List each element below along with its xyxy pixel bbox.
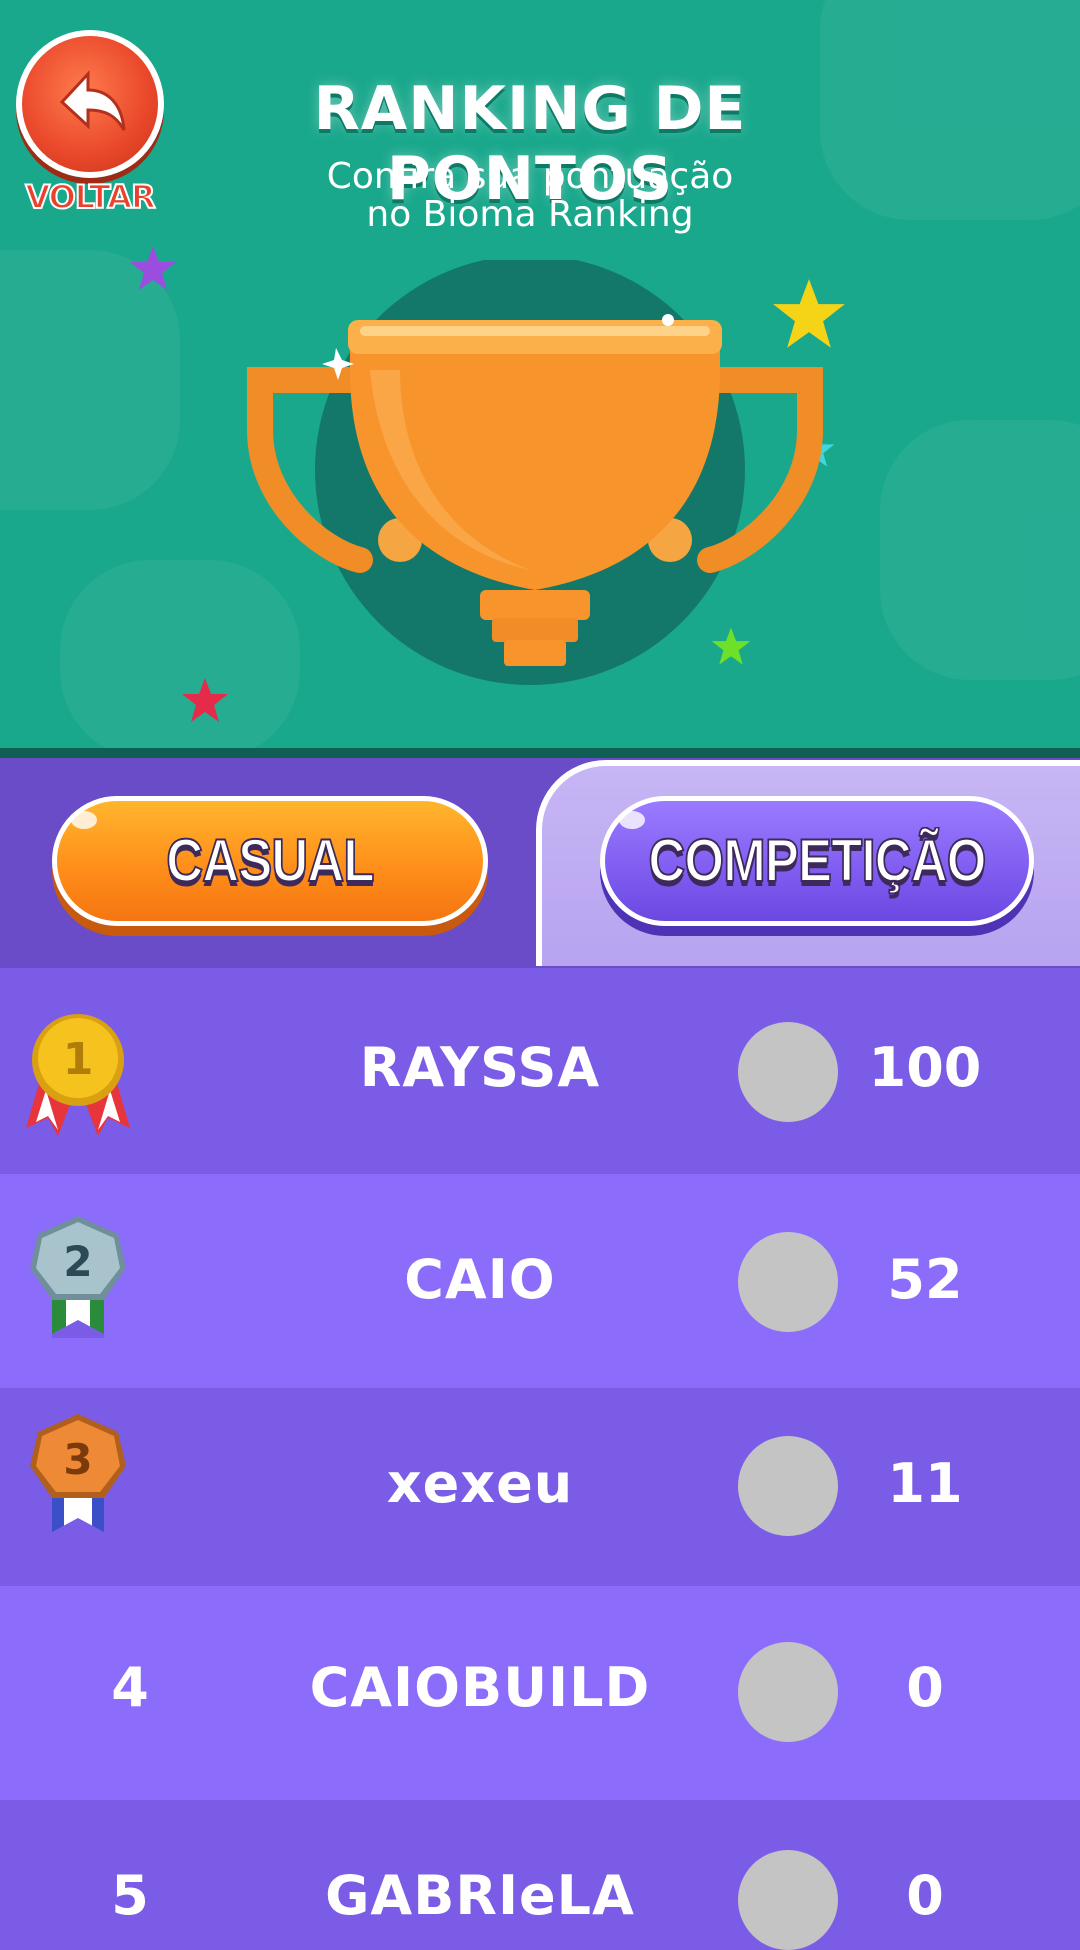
page-subtitle: Confira sua pontuação no Bioma Ranking bbox=[326, 156, 734, 235]
player-name: CAIOBUILD bbox=[309, 1656, 651, 1719]
back-arrow-icon bbox=[59, 70, 126, 131]
trophy-icon bbox=[230, 255, 850, 700]
rank-number: 5 bbox=[111, 1864, 149, 1927]
purple-star-icon bbox=[130, 246, 176, 290]
rank-number: 4 bbox=[111, 1656, 149, 1719]
back-label[interactable]: VOLTAR bbox=[20, 177, 160, 217]
player-name: xexeu bbox=[386, 1452, 574, 1515]
bronze-medal-icon: 3 bbox=[30, 1414, 126, 1536]
avatar bbox=[738, 1022, 838, 1122]
silver-medal-icon: 2 bbox=[30, 1216, 126, 1338]
back-button[interactable] bbox=[16, 30, 164, 178]
svg-text:1: 1 bbox=[63, 1034, 94, 1085]
player-score: 0 bbox=[906, 1864, 944, 1927]
player-score: 11 bbox=[887, 1452, 963, 1515]
player-score: 0 bbox=[906, 1656, 944, 1719]
tab-casual-label: CASUAL bbox=[165, 826, 375, 895]
gold-medal-icon: 1 bbox=[26, 1014, 130, 1136]
player-name: GABRIeLA bbox=[325, 1864, 635, 1927]
ranking-row: 2 CAIO 52 bbox=[0, 1174, 1080, 1388]
player-name: RAYSSA bbox=[359, 1036, 601, 1099]
player-score: 100 bbox=[868, 1036, 982, 1099]
svg-text:2: 2 bbox=[63, 1237, 92, 1286]
tab-competicao[interactable]: COMPETIÇÃO bbox=[600, 796, 1034, 926]
red-star-icon bbox=[182, 678, 228, 722]
tab-competicao-label: COMPETIÇÃO bbox=[648, 826, 988, 895]
avatar bbox=[738, 1232, 838, 1332]
player-name: CAIO bbox=[404, 1248, 556, 1311]
ranking-list[interactable]: 1 RAYSSA 100 2 CAIO 52 3 xexeu 11 4 CAIO… bbox=[0, 968, 1080, 1950]
ranking-row: 1 RAYSSA 100 bbox=[0, 968, 1080, 1174]
ranking-row: 3 xexeu 11 bbox=[0, 1388, 1080, 1586]
avatar bbox=[738, 1436, 838, 1536]
ranking-row: 4 CAIOBUILD 0 bbox=[0, 1586, 1080, 1800]
avatar bbox=[738, 1642, 838, 1742]
background-pattern bbox=[880, 420, 1080, 680]
avatar bbox=[738, 1850, 838, 1950]
svg-text:3: 3 bbox=[63, 1435, 92, 1484]
ranking-row: 5 GABRIeLA 0 bbox=[0, 1800, 1080, 1950]
header-divider bbox=[0, 748, 1080, 758]
player-score: 52 bbox=[887, 1248, 963, 1311]
tab-casual[interactable]: CASUAL bbox=[52, 796, 488, 926]
